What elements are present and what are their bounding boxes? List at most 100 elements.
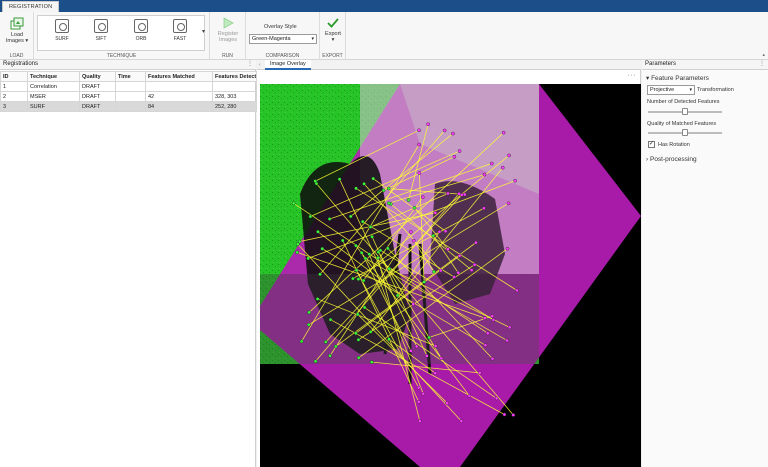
collapse-toolstrip-icon[interactable]: ▴ [762, 52, 765, 58]
feature-parameters-label: Feature Parameters [651, 75, 709, 82]
sift-icon [94, 19, 108, 33]
table-cell: DRAFT [79, 91, 116, 102]
more-options-button[interactable]: ··· [628, 72, 637, 79]
keypoint [511, 413, 516, 417]
slider-thumb[interactable] [682, 108, 688, 115]
table-header-row: ID Technique Quality Time Features Match… [0, 71, 257, 82]
keypoint [489, 161, 494, 166]
feature-parameters-section[interactable]: ▾ Feature Parameters [646, 74, 709, 82]
load-images-icon [10, 17, 24, 30]
table-cell [115, 81, 146, 92]
technique-surf[interactable]: SURF [48, 19, 76, 42]
keypoint [483, 316, 487, 320]
column-header[interactable]: Quality [79, 71, 116, 82]
run-section-label: RUN [222, 53, 233, 59]
document-tabs: ‹ Image Overlay [257, 60, 641, 70]
keypoint [295, 242, 300, 246]
title-bar [0, 0, 768, 12]
technique-section: SURF SIFT ORB FAST ▾ TECHNIQUE [34, 12, 210, 60]
fast-icon [173, 19, 187, 33]
keypoint [446, 191, 450, 196]
keypoint [515, 288, 519, 293]
export-button[interactable]: Export ▾ [321, 17, 345, 43]
technique-fast[interactable]: FAST [166, 19, 194, 42]
column-header[interactable]: Features Matched [145, 71, 213, 82]
keypoint [411, 302, 416, 306]
chevron-down-icon: ▾ [689, 87, 692, 93]
table-cell: DRAFT [79, 101, 116, 112]
table-cell: Correlation [27, 81, 80, 92]
checkmark-icon: ✓ [649, 141, 655, 147]
keypoint [318, 272, 322, 277]
keypoint [368, 330, 373, 334]
post-processing-section[interactable]: › Post-processing [646, 156, 697, 163]
table-row[interactable]: 2 MSER DRAFT 42 328, 303 [0, 91, 257, 102]
surf-icon [55, 19, 69, 33]
transformation-dropdown[interactable]: Projective ▾ [647, 85, 695, 95]
keypoint [328, 353, 332, 358]
keypoint [306, 322, 311, 327]
table-cell: 3 [0, 101, 28, 112]
keypoint [354, 186, 358, 191]
keypoint [356, 337, 361, 342]
technique-sift[interactable]: SIFT [87, 19, 115, 42]
keypoint [442, 128, 447, 133]
keypoint [439, 356, 444, 361]
keypoint [367, 252, 372, 256]
keypoint [323, 340, 328, 344]
keypoint [445, 401, 449, 405]
parameters-title: Parameters [645, 61, 677, 67]
column-header[interactable]: Time [115, 71, 146, 82]
keypoint [502, 412, 507, 417]
tab-image-overlay[interactable]: Image Overlay [265, 60, 311, 70]
register-images-button[interactable]: Register Images [213, 17, 243, 43]
keypoint [500, 165, 505, 170]
keypoint [362, 305, 367, 310]
keypoint [422, 280, 426, 284]
panel-menu-icon[interactable]: ⋮ [759, 60, 765, 69]
table-row-selected[interactable]: 3 SURF DRAFT 84 252, 280 [0, 101, 257, 112]
slider-thumb[interactable] [682, 129, 688, 136]
column-header[interactable]: Technique [27, 71, 80, 82]
chevron-left-icon[interactable]: ‹ [259, 60, 261, 70]
table-cell [115, 101, 146, 112]
keypoint [356, 355, 361, 360]
overlay-style-value: Green-Magenta [252, 36, 291, 42]
overlay-image[interactable] [260, 84, 641, 467]
column-header[interactable]: ID [0, 71, 28, 82]
gallery-more-button[interactable]: ▾ [202, 28, 205, 35]
keypoint [417, 171, 422, 175]
load-images-button[interactable]: Load Images ▾ [3, 17, 31, 44]
tab-registration[interactable]: REGISTRATION [2, 1, 60, 12]
keypoint [359, 250, 364, 255]
technique-fast-label: FAST [173, 36, 187, 42]
matched-quality-slider[interactable] [648, 129, 722, 136]
table-cell: DRAFT [79, 81, 116, 92]
detected-features-slider[interactable] [648, 108, 722, 115]
panel-menu-icon[interactable]: ⋮ [247, 60, 253, 69]
keypoint [513, 178, 517, 183]
keypoint [295, 250, 299, 255]
load-section-label: LOAD [9, 53, 24, 59]
keypoint [378, 248, 383, 253]
keypoint [417, 128, 421, 133]
keypoint [354, 268, 359, 273]
overlay-style-dropdown[interactable]: Green-Magenta ▾ [249, 34, 317, 44]
has-rotation-checkbox[interactable]: ✓ [648, 141, 655, 148]
keypoint [299, 339, 304, 344]
keypoint [371, 176, 375, 181]
keypoint [291, 201, 296, 206]
table-cell: 252, 280 [212, 101, 257, 112]
table-cell: SURF [27, 101, 80, 112]
keypoint [432, 269, 436, 274]
technique-orb[interactable]: ORB [127, 19, 155, 42]
keypoint [433, 211, 438, 215]
keypoint [494, 396, 499, 401]
keypoint [472, 262, 477, 267]
keypoint [457, 253, 462, 258]
column-header[interactable]: Features Detect [212, 71, 257, 82]
keypoint [459, 419, 464, 423]
registrations-table: ID Technique Quality Time Features Match… [0, 71, 257, 112]
table-row[interactable]: 1 Correlation DRAFT [0, 81, 257, 92]
technique-gallery: SURF SIFT ORB FAST [37, 15, 205, 51]
